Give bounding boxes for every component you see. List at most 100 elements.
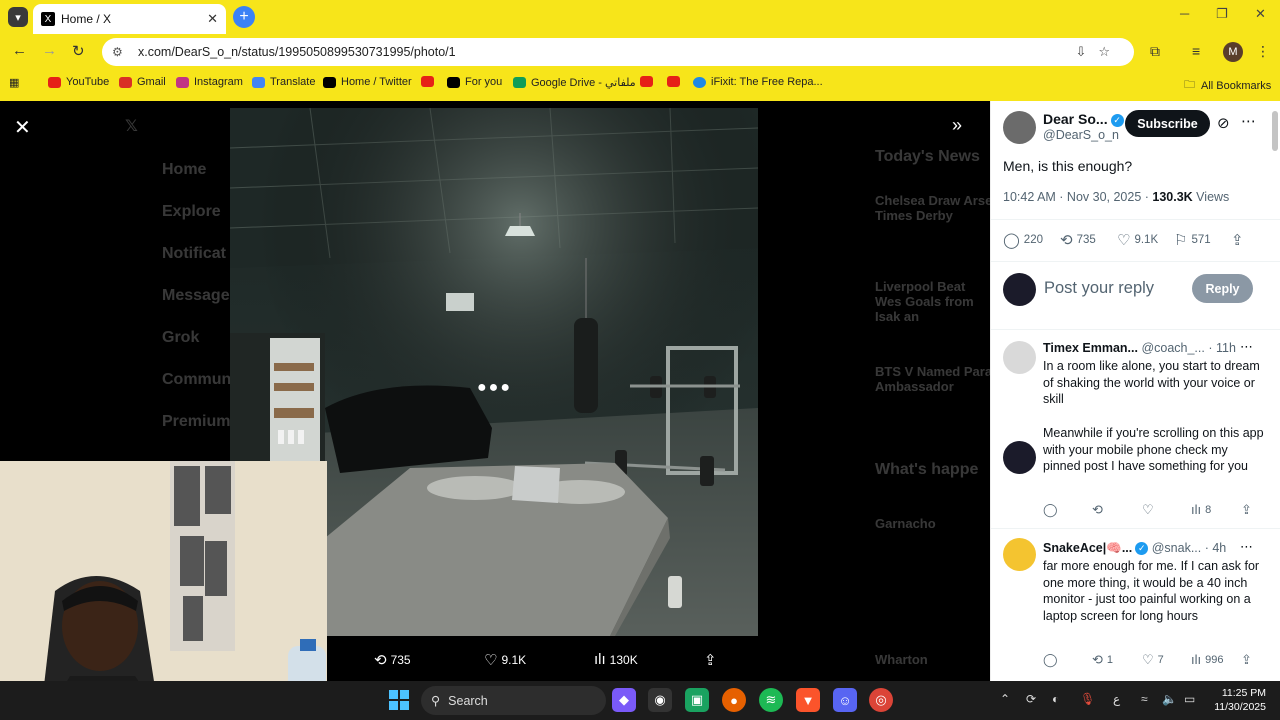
reply-comment-button[interactable]: ◯ bbox=[1043, 652, 1062, 668]
bookmark-count-button[interactable]: ⚐ 571 bbox=[1174, 231, 1211, 249]
maximize-icon[interactable]: ❐ bbox=[1216, 6, 1228, 22]
more-options-icon[interactable]: ⋯ bbox=[1240, 539, 1253, 555]
author-name[interactable]: Dear So... ✓ bbox=[1043, 111, 1124, 127]
bookmark-for-you[interactable]: For you bbox=[447, 76, 502, 88]
share-icon: ⇪ bbox=[1231, 232, 1244, 249]
more-options-icon[interactable]: ⋯ bbox=[1241, 112, 1256, 130]
reply-author[interactable]: SnakeAce|🧠... ✓ @snak... · 4h bbox=[1043, 541, 1226, 556]
bookmark-youtube-video-2[interactable] bbox=[640, 76, 658, 87]
minimize-icon[interactable]: ─ bbox=[1180, 6, 1189, 21]
obs-icon[interactable]: ◐ bbox=[1052, 692, 1059, 706]
photo-like-button[interactable]: ♡ 9.1K bbox=[484, 651, 526, 669]
chrome-icon[interactable]: ◎ bbox=[869, 688, 893, 712]
install-icon[interactable]: ⇩ bbox=[1075, 44, 1098, 59]
webcam-overlay bbox=[0, 461, 327, 681]
forward-icon[interactable]: → bbox=[42, 42, 57, 59]
reply-retweet-button[interactable]: ⟲ bbox=[1092, 502, 1107, 518]
extensions-icon[interactable]: ⧉ bbox=[1150, 43, 1160, 60]
bookmark-instagram[interactable]: Instagram bbox=[176, 76, 243, 88]
reply-share-button[interactable]: ⇪ bbox=[1241, 652, 1256, 668]
bookmark-icon: ⚐ bbox=[1174, 232, 1188, 249]
system-clock[interactable]: 11:25 PM 11/30/2025 bbox=[1208, 686, 1266, 714]
tray-overflow-icon[interactable]: ⌃ bbox=[1000, 692, 1010, 706]
share-icon: ⇪ bbox=[1241, 502, 1252, 517]
reply-avatar[interactable] bbox=[1003, 538, 1036, 571]
language-indicator[interactable]: ع bbox=[1113, 692, 1120, 706]
media-icon[interactable]: ≡ bbox=[1192, 43, 1200, 59]
battery-icon[interactable]: ▭ bbox=[1184, 692, 1195, 706]
url-text: x.com/DearS_o_n/status/19950508995307319… bbox=[138, 45, 456, 59]
tab-strip: ▾ X Home / X ✕ + ─ ❐ ✕ bbox=[0, 0, 1280, 34]
author-handle[interactable]: @DearS_o_n bbox=[1043, 128, 1119, 142]
subscribe-button[interactable]: Subscribe bbox=[1125, 110, 1210, 137]
reply-author[interactable]: Timex Emman... @coach_... · 11h bbox=[1043, 341, 1236, 355]
volume-icon[interactable]: 🔈 bbox=[1162, 692, 1177, 706]
bg-nav-grok: Grok bbox=[162, 329, 200, 346]
share-button[interactable]: ⇪ bbox=[1231, 231, 1248, 249]
reply-views-button[interactable]: ılı 996 bbox=[1191, 652, 1223, 667]
photo-views-button[interactable]: ılı 130K bbox=[594, 651, 638, 668]
bookmark-ifixit[interactable]: iFixit: The Free Repa... bbox=[693, 76, 823, 88]
photo-share-button[interactable]: ⇪ bbox=[704, 651, 721, 669]
bookmark-translate[interactable]: Translate bbox=[252, 76, 315, 88]
reply-comment-button[interactable]: ◯ bbox=[1043, 502, 1062, 518]
retweet-icon: ⟲ bbox=[1060, 232, 1073, 249]
profile-avatar[interactable]: M bbox=[1223, 42, 1243, 62]
tab-title: Home / X bbox=[61, 12, 112, 26]
reply-count-button[interactable]: ◯ 220 bbox=[1003, 231, 1043, 249]
bookmark-youtube[interactable]: YouTube bbox=[48, 76, 109, 88]
microphone-icon[interactable]: 🎙 bbox=[1080, 692, 1095, 706]
tab-home-x[interactable]: X Home / X ✕ bbox=[33, 4, 226, 34]
tab-search-icon[interactable]: ▾ bbox=[8, 7, 28, 27]
sync-icon[interactable]: ⟳ bbox=[1026, 692, 1036, 706]
reply-retweet-button[interactable]: ⟲ 1 bbox=[1092, 652, 1113, 668]
reply-share-button[interactable]: ⇪ bbox=[1241, 502, 1256, 518]
app-icon[interactable]: ▣ bbox=[685, 688, 709, 712]
apps-icon[interactable]: ▦ bbox=[9, 76, 19, 89]
like-count-button[interactable]: ♡ 9.1K bbox=[1117, 231, 1158, 249]
divider bbox=[991, 261, 1280, 262]
bg-nav-notifications: Notificat bbox=[162, 245, 226, 262]
panel-scrollbar[interactable] bbox=[1272, 111, 1278, 151]
spotify-icon[interactable]: ≋ bbox=[759, 688, 783, 712]
close-window-icon[interactable]: ✕ bbox=[1255, 6, 1266, 22]
reply-views-button[interactable]: ılı 8 bbox=[1191, 502, 1211, 517]
photo-retweet-button[interactable]: ⟲ 735 bbox=[374, 651, 411, 669]
more-options-icon[interactable]: ⋯ bbox=[1240, 339, 1253, 355]
back-icon[interactable]: ← bbox=[12, 42, 27, 59]
reply-input[interactable]: Post your reply bbox=[1044, 279, 1154, 298]
new-tab-button[interactable]: + bbox=[233, 6, 255, 28]
firefox-icon[interactable]: ● bbox=[722, 688, 746, 712]
site-info-icon[interactable]: ⚙ bbox=[112, 45, 126, 59]
grok-icon[interactable]: ⊘ bbox=[1217, 114, 1230, 132]
brave-icon[interactable]: ▼ bbox=[796, 688, 820, 712]
reload-icon[interactable]: ↻ bbox=[72, 42, 85, 60]
collapse-panel-icon[interactable]: » bbox=[952, 115, 962, 136]
retweet-count-button[interactable]: ⟲ 735 bbox=[1060, 231, 1096, 249]
close-tab-icon[interactable]: ✕ bbox=[207, 11, 218, 27]
star-icon[interactable]: ☆ bbox=[1098, 44, 1122, 59]
windows-start-icon[interactable] bbox=[389, 690, 409, 710]
bookmark-youtube-video-3[interactable] bbox=[667, 76, 685, 87]
close-viewer-icon[interactable]: ✕ bbox=[14, 115, 31, 140]
camera-app-icon[interactable]: ◉ bbox=[648, 688, 672, 712]
bookmark-google-drive[interactable]: Google Drive - ملفاتي bbox=[513, 76, 636, 89]
reply-like-button[interactable]: ♡ bbox=[1142, 502, 1158, 518]
wifi-icon[interactable]: ≈ bbox=[1141, 692, 1148, 706]
bookmark-youtube-video[interactable] bbox=[421, 76, 439, 87]
menu-icon[interactable]: ⋮ bbox=[1256, 43, 1270, 60]
taskbar-search[interactable]: ⚲ Search bbox=[421, 686, 606, 715]
reply-button[interactable]: Reply bbox=[1192, 274, 1253, 303]
bookmark-home-twitter[interactable]: Home / Twitter bbox=[323, 76, 412, 88]
discord-icon[interactable]: ☺ bbox=[833, 688, 857, 712]
author-avatar[interactable] bbox=[1003, 111, 1036, 144]
bookmark-gmail[interactable]: Gmail bbox=[119, 76, 166, 88]
all-bookmarks[interactable]: 🗀 All Bookmarks bbox=[1184, 76, 1271, 95]
heart-icon: ♡ bbox=[1142, 502, 1154, 517]
reply-like-button[interactable]: ♡ 7 bbox=[1142, 652, 1164, 668]
address-bar[interactable]: ⚙ x.com/DearS_o_n/status/199505089953073… bbox=[102, 38, 1134, 66]
copilot-icon[interactable]: ◆ bbox=[612, 688, 636, 712]
windows-taskbar: ⚲ Search ◆ ◉ ▣ ● ≋ ▼ ☺ ◎ ⌃ ⟳ ◐ 🎙 ع ≈ 🔈 ▭ … bbox=[0, 681, 1280, 720]
reply-avatar[interactable] bbox=[1003, 341, 1036, 374]
x-logo-bg: 𝕏 bbox=[125, 118, 138, 135]
